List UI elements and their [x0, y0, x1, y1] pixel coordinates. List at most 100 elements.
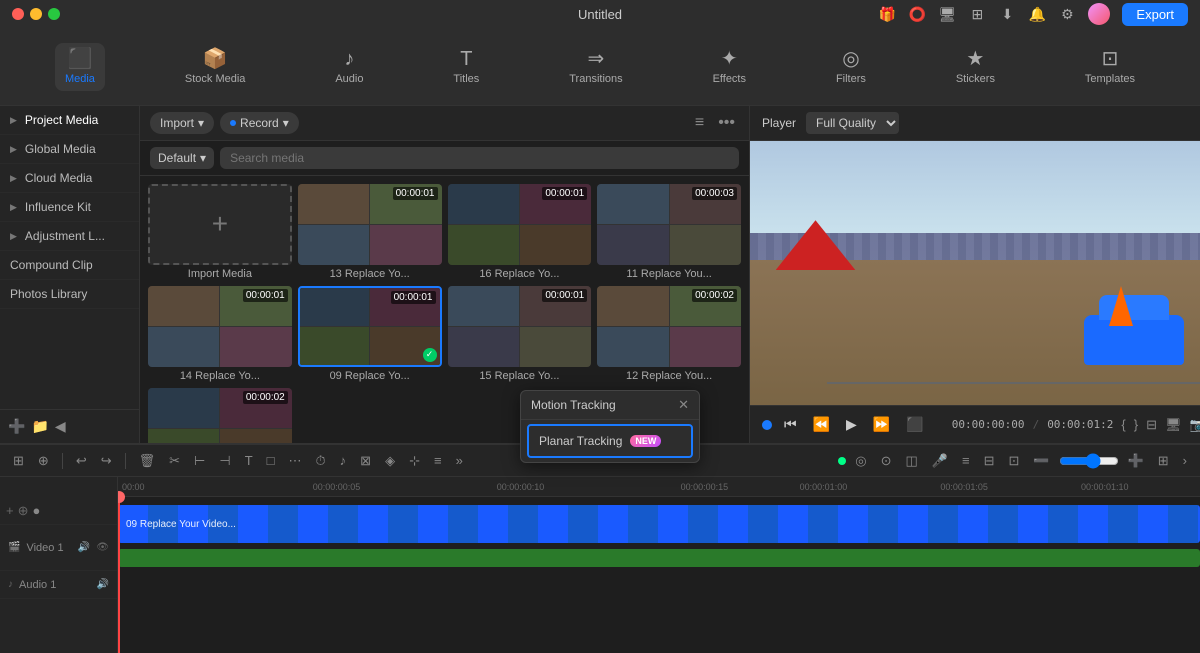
video-track[interactable]: 09 Replace Your Video...	[118, 505, 1200, 543]
media-thumb[interactable]: 00:00:01	[448, 286, 592, 367]
add-folder-icon[interactable]: ➕	[8, 418, 25, 435]
collapse-icon[interactable]: ◀	[55, 418, 66, 435]
sidebar-item-adjustment-l[interactable]: ▶ Adjustment L...	[0, 222, 139, 251]
download-icon[interactable]: ⬇	[998, 5, 1016, 23]
avatar[interactable]	[1088, 3, 1110, 25]
magnet-button[interactable]: ⊕	[33, 451, 54, 471]
list-item[interactable]: 00:00:01 15 Replace Yo...	[448, 286, 592, 382]
tab-templates[interactable]: ⊡ Templates	[1075, 43, 1145, 91]
equalizer-button[interactable]: ≡	[429, 451, 447, 470]
list-item[interactable]: 00:00:01 14 Replace Yo...	[148, 286, 292, 382]
rect-button[interactable]: □	[262, 451, 280, 470]
timeline-option3[interactable]: ◫	[900, 451, 922, 471]
gift-icon[interactable]: 🎁	[878, 5, 896, 23]
media-thumb[interactable]: 00:00:01	[448, 184, 592, 265]
add-clip-button[interactable]: ⊕	[18, 503, 29, 519]
sidebar-item-compound-clip[interactable]: Compound Clip	[0, 251, 139, 280]
color-button[interactable]: ◈	[380, 451, 400, 471]
tab-effects[interactable]: ✦ Effects	[703, 43, 756, 91]
grid-icon[interactable]: ⊞	[968, 5, 986, 23]
sidebar-item-influence-kit[interactable]: ▶ Influence Kit	[0, 193, 139, 222]
more-icon[interactable]: •••	[714, 112, 739, 134]
media-thumb[interactable]: 00:00:02	[597, 286, 741, 367]
timeline-option6[interactable]: ⊟	[979, 451, 1000, 471]
stop-button[interactable]: ⬛	[902, 414, 927, 435]
video1-eye-icon[interactable]: 👁	[96, 542, 109, 553]
tab-filters[interactable]: ◎ Filters	[826, 43, 876, 91]
default-dropdown[interactable]: Default ▾	[150, 147, 214, 169]
list-item[interactable]: 00:00:02 10 Replace Yo...	[148, 388, 292, 443]
timeline-option2[interactable]: ⊙	[876, 451, 897, 471]
tab-stock-media[interactable]: 📦 Stock Media	[175, 43, 256, 91]
export-button[interactable]: Export	[1122, 3, 1188, 26]
display-icon[interactable]: 🖥	[1165, 417, 1182, 433]
media-thumb[interactable]: 00:00:03	[597, 184, 741, 265]
ai-button[interactable]: ⊹	[404, 451, 425, 471]
timeline-option4[interactable]: 🎤	[927, 451, 953, 471]
step-forward-button[interactable]: ⏩	[869, 414, 894, 435]
play-button[interactable]: ▶	[842, 414, 861, 435]
list-item[interactable]: 00:00:01 16 Replace Yo...	[448, 184, 592, 280]
media-thumb[interactable]: 00:00:01 ✓	[298, 286, 442, 367]
planar-tracking-item[interactable]: Planar Tracking NEW	[527, 424, 693, 458]
import-media-thumb[interactable]: +	[148, 184, 292, 265]
sidebar-item-cloud-media[interactable]: ▶ Cloud Media	[0, 164, 139, 193]
record-track-button[interactable]: ●	[33, 503, 41, 518]
sidebar-item-project-media[interactable]: ▶ Project Media	[0, 106, 139, 135]
zoom-in-button[interactable]: ➕	[1123, 451, 1149, 471]
tab-media[interactable]: ⬛ Media	[55, 43, 105, 91]
zoom-out-button[interactable]: ➖	[1028, 451, 1054, 471]
sidebar-item-photos-library[interactable]: Photos Library	[0, 280, 139, 309]
list-item[interactable]: 00:00:03 11 Replace You...	[597, 184, 741, 280]
snapshot-icon[interactable]: 📷	[1190, 417, 1200, 433]
options-icon[interactable]: ⊟	[1146, 417, 1157, 433]
apps-icon[interactable]: ⚙	[1058, 5, 1076, 23]
list-item[interactable]: 00:00:01 ✓ 09 Replace Yo...	[298, 286, 442, 382]
minimize-button[interactable]	[30, 8, 42, 20]
record-button[interactable]: Record ▾	[220, 112, 299, 134]
list-item[interactable]: 00:00:01 13 Replace Yo...	[298, 184, 442, 280]
search-input[interactable]	[220, 147, 739, 169]
tooltip-close-button[interactable]: ✕	[678, 397, 689, 413]
add-video-track-button[interactable]: +	[6, 503, 14, 518]
import-media-item[interactable]: + Import Media	[148, 184, 292, 280]
import-button[interactable]: Import ▾	[150, 112, 214, 134]
media-thumb[interactable]: 00:00:01	[298, 184, 442, 265]
timeline-scroll[interactable]: 00:00 00:00:00:05 00:00:00:10 00:00:00:1…	[118, 477, 1200, 653]
bracket-left-icon[interactable]: {	[1121, 417, 1125, 432]
list-item[interactable]: 00:00:02 12 Replace You...	[597, 286, 741, 382]
audio-button[interactable]: ♪	[335, 451, 352, 470]
tab-transitions[interactable]: ⇒ Transitions	[559, 43, 632, 91]
sidebar-item-global-media[interactable]: ▶ Global Media	[0, 135, 139, 164]
split-button[interactable]: ⊣	[214, 451, 235, 471]
tab-titles[interactable]: T Titles	[443, 43, 489, 91]
speed-button[interactable]: ⏱	[311, 451, 331, 471]
media-thumb[interactable]: 00:00:01	[148, 286, 292, 367]
maximize-button[interactable]	[48, 8, 60, 20]
step-back-button[interactable]: ⏪	[809, 414, 834, 435]
trim-button[interactable]: ⊢	[189, 451, 210, 471]
display-icon[interactable]: 🖥	[938, 5, 956, 23]
playhead[interactable]	[118, 497, 120, 653]
bell-icon[interactable]: 🔔	[1028, 5, 1046, 23]
timeline-option7[interactable]: ⊡	[1003, 451, 1024, 471]
quality-select[interactable]: Full Quality1/2 Quality1/4 Quality	[806, 112, 899, 134]
zoom-edit-button[interactable]: ⊠	[355, 451, 376, 471]
view-options-button[interactable]: ⊞	[1153, 451, 1174, 471]
audio-track[interactable]	[118, 549, 1200, 567]
undo-button[interactable]: ↩	[71, 451, 92, 471]
video1-mute-icon[interactable]: 🔊	[78, 542, 90, 553]
circle-icon[interactable]: ⭕	[908, 5, 926, 23]
folder-icon[interactable]: 📁	[31, 418, 48, 435]
zoom-slider[interactable]	[1059, 453, 1119, 469]
more-button[interactable]: ›	[1178, 451, 1192, 470]
close-button[interactable]	[12, 8, 24, 20]
media-thumb[interactable]: 00:00:02	[148, 388, 292, 443]
text-button[interactable]: T	[240, 451, 258, 470]
grid-view-button[interactable]: ⊞	[8, 451, 29, 471]
timeline-option1[interactable]: ◎	[850, 451, 871, 471]
delete-button[interactable]: 🗑	[134, 451, 161, 471]
filter-icon[interactable]: ≡	[691, 112, 708, 134]
effect-button[interactable]: ⋯	[284, 451, 307, 471]
cut-button[interactable]: ✂	[164, 451, 185, 471]
